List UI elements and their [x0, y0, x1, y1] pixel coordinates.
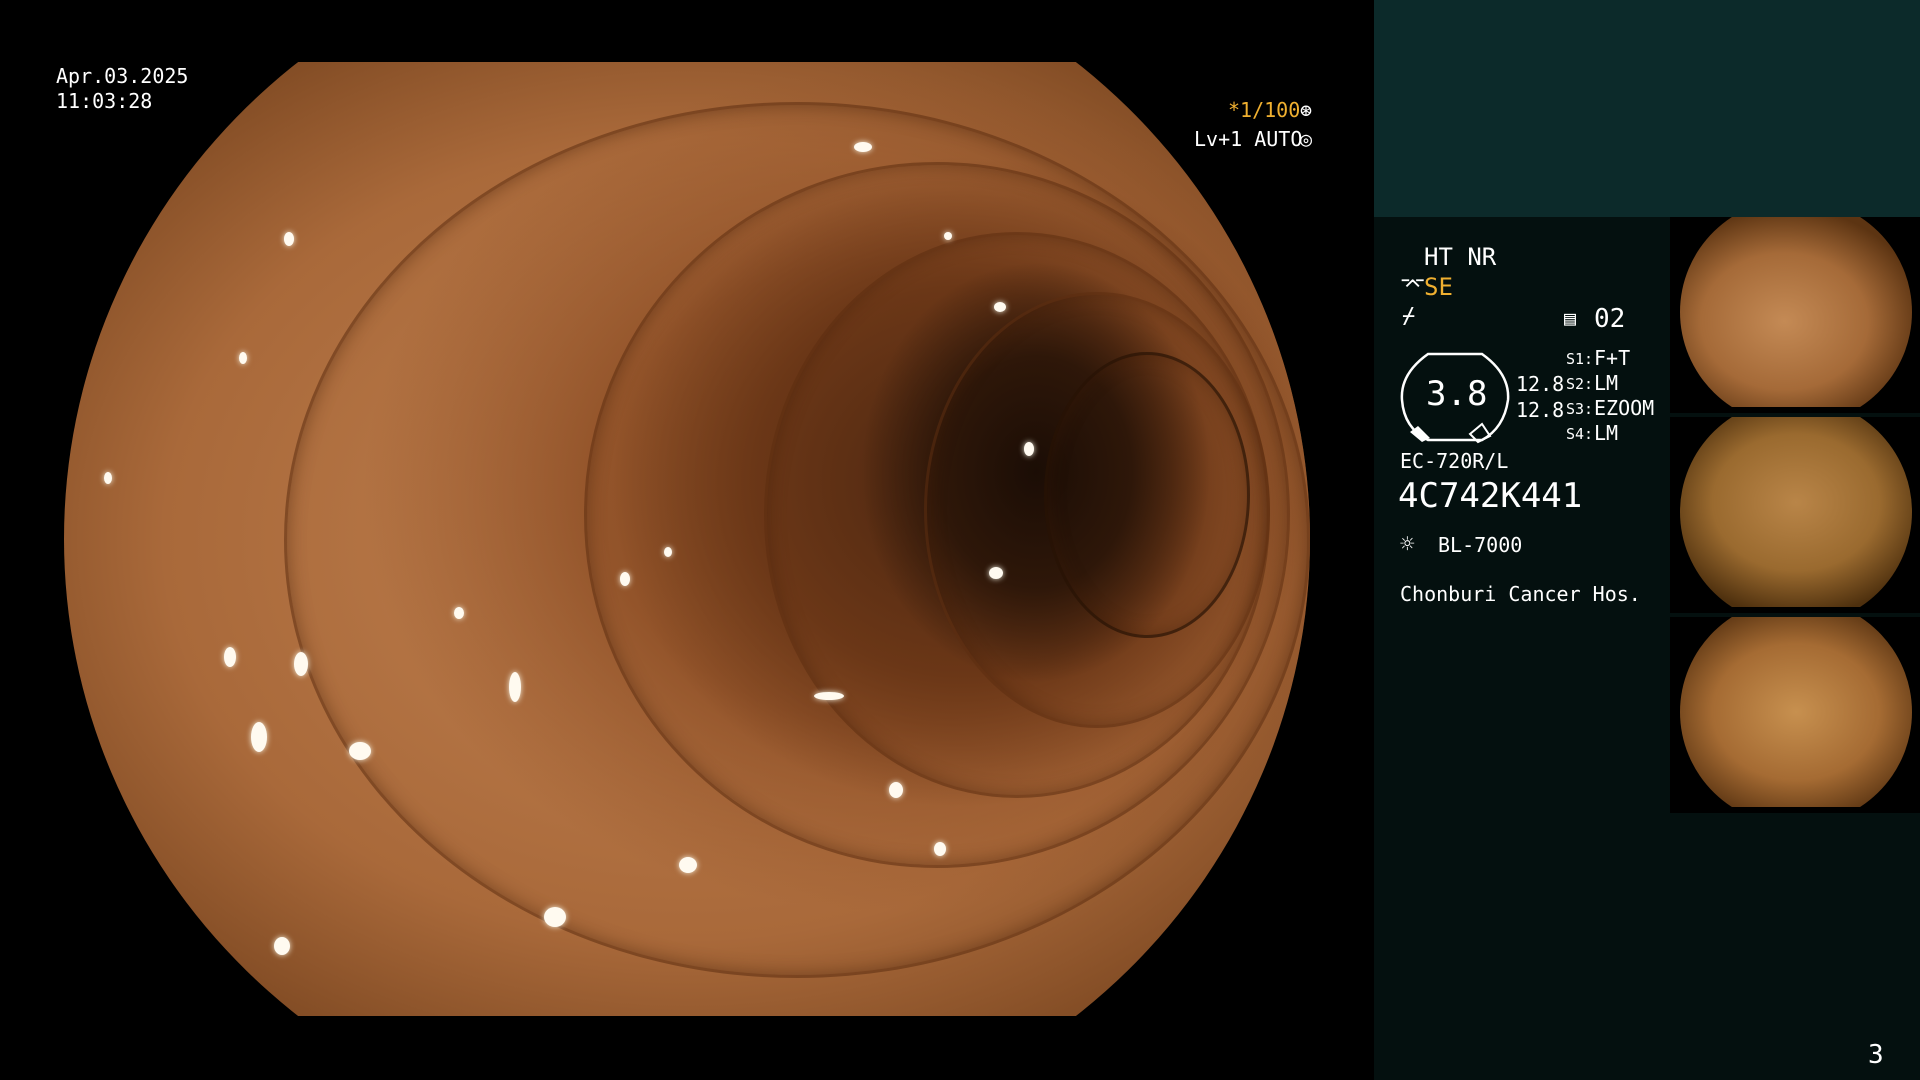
exam-date: Apr.03.2025: [56, 64, 189, 88]
specular-highlight: [274, 937, 290, 955]
shutter-icon: ⊛: [1300, 98, 1313, 122]
s4-key: S4:: [1566, 425, 1594, 443]
thumbnail-image: [1680, 217, 1912, 407]
specular-highlight: [239, 352, 247, 364]
s3-key: S3:: [1566, 400, 1594, 418]
thumbnail-2[interactable]: [1670, 417, 1920, 613]
se-label: SE: [1424, 273, 1453, 301]
thumbnail-3[interactable]: [1670, 617, 1920, 813]
mode-label: HT NR: [1424, 243, 1497, 271]
shutter-speed: *1/100: [1228, 98, 1301, 122]
panel-header-area: [1374, 0, 1920, 217]
specular-highlight: [664, 547, 672, 557]
hospital-name: Chonburi Cancer Hos.: [1400, 582, 1641, 606]
s1-value: F+T: [1594, 346, 1631, 370]
specular-highlight: [989, 567, 1003, 579]
light-source: BL-7000: [1438, 533, 1523, 557]
specular-highlight: [994, 302, 1006, 312]
specular-highlight: [509, 672, 521, 702]
flash-icon: ⌿: [1402, 304, 1416, 329]
specular-highlight: [1024, 442, 1034, 456]
channel-number: 02: [1594, 304, 1626, 334]
specular-highlight: [544, 907, 566, 927]
s1-key: S1:: [1566, 350, 1594, 368]
s2-key: S2:: [1566, 375, 1594, 393]
gauge-value: 3.8: [1426, 374, 1488, 414]
specular-highlight: [854, 142, 872, 152]
record-icon: ▤: [1564, 306, 1577, 330]
s2-value: LM: [1594, 371, 1619, 395]
exam-time: 11:03:28: [56, 89, 153, 113]
page-number: 3: [1868, 1040, 1884, 1070]
specular-highlight: [104, 472, 112, 484]
endoscopic-image: [64, 62, 1310, 1016]
specular-highlight: [454, 607, 464, 619]
level-auto: Lv+1 AUTO: [1194, 127, 1303, 151]
thumbnail-image: [1680, 417, 1912, 607]
scope-serial: 4C742K441: [1398, 476, 1583, 516]
endoscope-view: Apr.03.2025 11:03:28 *1/100 ⊛ Lv+1 AUTO …: [0, 0, 1370, 1080]
specular-highlight: [284, 232, 294, 246]
light-icon: ☼: [1400, 530, 1415, 558]
s4-value: LM: [1594, 421, 1619, 445]
specular-highlight: [814, 692, 844, 700]
readout-2: 12.8: [1516, 398, 1565, 422]
s3-value: EZOOM: [1594, 396, 1655, 420]
scope-model: EC-720R/L: [1400, 449, 1509, 473]
specular-highlight: [889, 782, 903, 798]
specular-highlight: [944, 232, 952, 240]
specular-highlight: [294, 652, 308, 676]
specular-highlight: [224, 647, 236, 667]
specular-highlight: [349, 742, 371, 760]
thumbnail-1[interactable]: [1670, 217, 1920, 413]
auto-icon: ◎: [1300, 127, 1313, 151]
specular-highlight: [679, 857, 697, 873]
thumbnail-image: [1680, 617, 1912, 807]
specular-highlight: [934, 842, 946, 856]
scope-icon: ⌤: [1400, 273, 1426, 298]
readout-1: 12.8: [1516, 372, 1565, 396]
specular-highlight: [620, 572, 630, 586]
specular-highlight: [251, 722, 267, 752]
lumen: [1044, 352, 1250, 638]
